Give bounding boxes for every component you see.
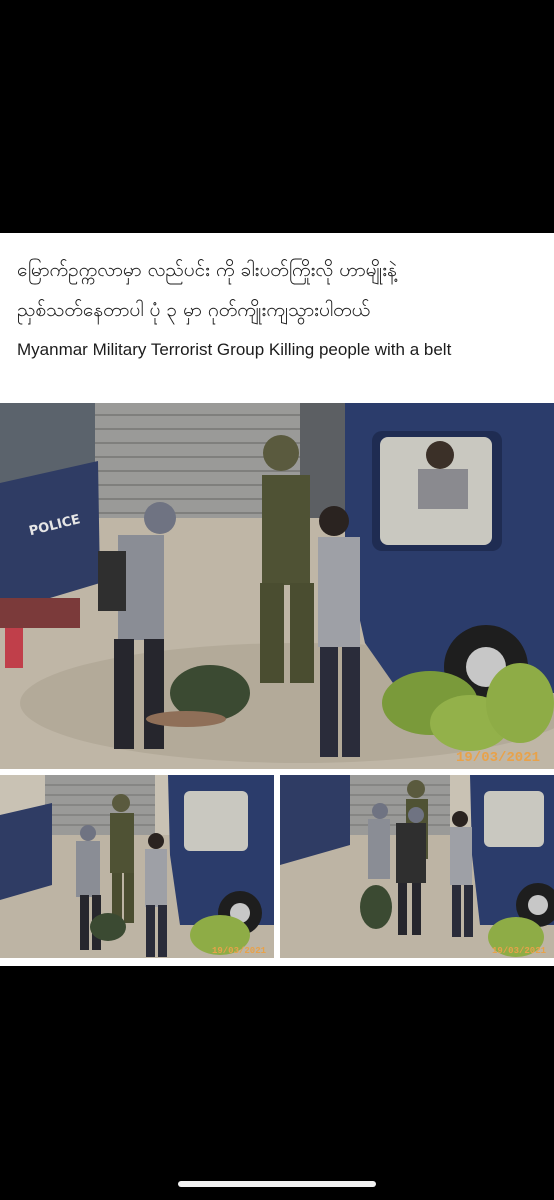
post-card: မြောက်ဥက္ကလာမှာ လည်ပင်း ကို ခါးပတ်ကြိုးလ… bbox=[0, 233, 554, 966]
left-photo-image: 19/03/2021 bbox=[0, 775, 274, 958]
home-indicator[interactable] bbox=[178, 1181, 376, 1187]
right-photo-image: 19/03/2021 bbox=[280, 775, 554, 958]
main-photo-image: POLICE 19/03/2021 bbox=[0, 403, 554, 769]
caption-burmese-line-2: ညှစ်သတ်နေတာပါ ပုံ ၃ မှာ ဂုတ်ကျိုးကျသွားပ… bbox=[17, 299, 371, 321]
left-photo-date-stamp: 19/03/2021 bbox=[212, 946, 267, 956]
caption-english: Myanmar Military Terrorist Group Killing… bbox=[17, 340, 452, 359]
right-photo[interactable]: 19/03/2021 bbox=[280, 775, 554, 958]
main-photo-date-stamp: 19/03/2021 bbox=[456, 750, 540, 766]
caption-burmese-line-1: မြောက်ဥက္ကလာမှာ လည်ပင်း ကို ခါးပတ်ကြိုးလ… bbox=[17, 259, 397, 281]
left-photo[interactable]: 19/03/2021 bbox=[0, 775, 274, 958]
right-photo-date-stamp: 19/03/2021 bbox=[492, 946, 547, 956]
main-photo[interactable]: POLICE 19/03/2021 bbox=[0, 403, 554, 769]
post-caption: မြောက်ဥက္ကလာမှာ လည်ပင်း ကို ခါးပတ်ကြိုးလ… bbox=[0, 233, 554, 401]
